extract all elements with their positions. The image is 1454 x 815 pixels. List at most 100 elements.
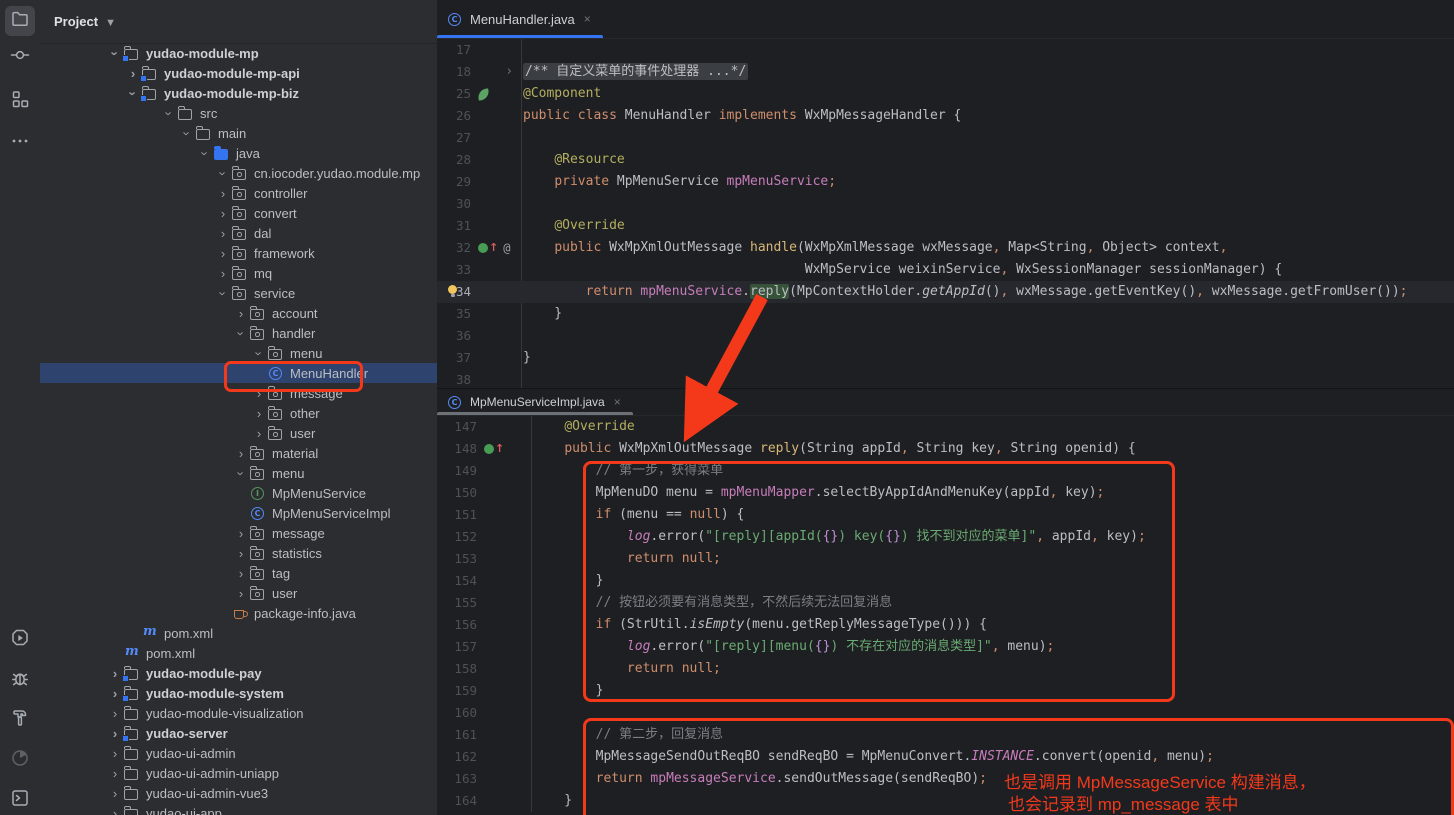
package-icon [250, 546, 266, 561]
tree-item-yudao-ui-admin-uniapp[interactable]: ›yudao-ui-admin-uniapp [40, 763, 437, 783]
chevron-expanded-icon[interactable]: › [178, 126, 196, 141]
fold-chevron-icon[interactable]: › [507, 61, 512, 83]
tree-item-controller[interactable]: ›controller [40, 183, 437, 203]
close-icon[interactable]: × [584, 12, 591, 26]
tree-item-message[interactable]: ›message [40, 383, 437, 403]
chevron-collapsed-icon[interactable]: › [250, 406, 268, 421]
tree-item-yudao-server[interactable]: ›yudao-server [40, 723, 437, 743]
tree-item-yudao-module-mp-api[interactable]: ›yudao-module-mp-api [40, 63, 437, 83]
code-editor-menuhandler[interactable]: 1718›/** 自定义菜单的事件处理器 ...*/25@Component26… [437, 39, 1454, 388]
tree-item-user[interactable]: ›user [40, 423, 437, 443]
tree-item-mq[interactable]: ›mq [40, 263, 437, 283]
chevron-collapsed-icon[interactable]: › [106, 766, 124, 781]
tree-item-account[interactable]: ›account [40, 303, 437, 323]
close-icon[interactable]: × [614, 395, 621, 409]
project-tool-button[interactable] [5, 6, 35, 36]
tree-item-label: convert [254, 206, 297, 221]
tree-item-yudao-module-mp-biz[interactable]: ›yudao-module-mp-biz [40, 83, 437, 103]
tree-item-tag[interactable]: ›tag [40, 563, 437, 583]
build-button[interactable] [5, 705, 35, 735]
code-editor-mpmenuserviceimpl[interactable]: 147 @Override148↑ public WxMpXmlOutMessa… [437, 416, 1454, 812]
run-button[interactable] [5, 625, 35, 655]
chevron-collapsed-icon[interactable]: › [214, 246, 232, 261]
tree-item-service[interactable]: ›service [40, 283, 437, 303]
chevron-collapsed-icon[interactable]: › [232, 306, 250, 321]
more-tools-button[interactable] [5, 128, 35, 158]
chevron-collapsed-icon[interactable]: › [232, 566, 250, 581]
chevron-expanded-icon[interactable]: › [160, 106, 178, 121]
tree-item-other[interactable]: ›other [40, 403, 437, 423]
terminal-button[interactable] [5, 785, 35, 815]
tree-item-pom.xml[interactable]: pom.xml [40, 643, 437, 663]
lightbulb-icon[interactable] [448, 285, 457, 294]
tree-item-message[interactable]: ›message [40, 523, 437, 543]
tree-item-src[interactable]: ›src [40, 103, 437, 123]
tree-item-framework[interactable]: ›framework [40, 243, 437, 263]
line-number: 35 [437, 303, 471, 325]
chevron-collapsed-icon[interactable]: › [214, 226, 232, 241]
chevron-collapsed-icon[interactable]: › [250, 386, 268, 401]
tree-item-mpmenuservice[interactable]: IMpMenuService [40, 483, 437, 503]
debug-button[interactable] [5, 665, 35, 695]
tree-item-cn.iocoder.yudao.module.mp[interactable]: ›cn.iocoder.yudao.module.mp [40, 163, 437, 183]
chevron-collapsed-icon[interactable]: › [106, 706, 124, 721]
chevron-collapsed-icon[interactable]: › [106, 786, 124, 801]
tree-item-yudao-module-system[interactable]: ›yudao-module-system [40, 683, 437, 703]
chevron-collapsed-icon[interactable]: › [232, 446, 250, 461]
package-icon [232, 286, 248, 301]
chevron-collapsed-icon[interactable]: › [214, 186, 232, 201]
package-icon [232, 226, 248, 241]
tree-item-yudao-ui-admin[interactable]: › yudao-ui-admin [40, 743, 437, 763]
chevron-expanded-icon[interactable]: › [250, 346, 268, 361]
chevron-collapsed-icon[interactable]: › [106, 746, 124, 761]
tree-item-java[interactable]: ›java [40, 143, 437, 163]
tree-item-pom.xml[interactable]: pom.xml [40, 623, 437, 643]
folder-icon [124, 706, 140, 721]
tree-item-dal[interactable]: ›dal [40, 223, 437, 243]
tree-item-label: yudao-ui-admin [146, 746, 236, 761]
package-icon [232, 246, 248, 261]
chevron-expanded-icon[interactable]: › [214, 286, 232, 301]
chevron-expanded-icon[interactable]: › [232, 326, 250, 341]
line-number: 158 [437, 658, 477, 680]
tree-item-menu[interactable]: ›menu [40, 463, 437, 483]
source-folder-icon [214, 146, 230, 161]
tree-item-material[interactable]: ›material [40, 443, 437, 463]
tab-menuhandler[interactable]: C MenuHandler.java × [437, 0, 603, 38]
tree-item-yudao-module-pay[interactable]: ›yudao-module-pay [40, 663, 437, 683]
profiler-button[interactable] [5, 745, 35, 775]
spring-bean-icon[interactable] [477, 88, 489, 100]
overrides-icon[interactable] [478, 243, 488, 253]
tree-item-main[interactable]: ›main [40, 123, 437, 143]
tree-item-label: package-info.java [254, 606, 356, 621]
interface-icon: I [250, 486, 266, 501]
chevron-collapsed-icon[interactable]: › [106, 806, 124, 815]
tree-item-menuhandler[interactable]: CMenuHandler [40, 363, 437, 383]
commit-tool-button[interactable] [5, 42, 35, 72]
tree-item-menu[interactable]: ›menu [40, 343, 437, 363]
chevron-collapsed-icon[interactable]: › [214, 206, 232, 221]
chevron-collapsed-icon[interactable]: › [250, 426, 268, 441]
tree-item-mpmenuserviceimpl[interactable]: CMpMenuServiceImpl [40, 503, 437, 523]
tab-mpmenuserviceimpl[interactable]: C MpMenuServiceImpl.java × [437, 389, 633, 415]
tree-item-user[interactable]: ›user [40, 583, 437, 603]
tree-item-convert[interactable]: › convert [40, 203, 437, 223]
tree-item-yudao-ui-app[interactable]: ›yudao-ui-app [40, 803, 437, 815]
project-header[interactable]: Project ▼ [40, 0, 437, 44]
chevron-expanded-icon[interactable]: › [196, 146, 214, 161]
tree-item-yudao-module-visualization[interactable]: ›yudao-module-visualization [40, 703, 437, 723]
chevron-collapsed-icon[interactable]: › [214, 266, 232, 281]
chevron-expanded-icon[interactable]: › [232, 466, 250, 481]
overrides-icon[interactable] [484, 444, 494, 454]
structure-tool-button[interactable] [5, 86, 35, 116]
tree-item-yudao-ui-admin-vue3[interactable]: ›yudao-ui-admin-vue3 [40, 783, 437, 803]
chevron-collapsed-icon[interactable]: › [232, 526, 250, 541]
chevron-expanded-icon[interactable]: › [214, 166, 232, 181]
chevron-collapsed-icon[interactable]: › [232, 546, 250, 561]
tree-item-handler[interactable]: ›handler [40, 323, 437, 343]
tree-item-statistics[interactable]: ›statistics [40, 543, 437, 563]
tree-item-package-info.java[interactable]: package-info.java [40, 603, 437, 623]
tree-item-yudao-module-mp[interactable]: ›yudao-module-mp [40, 43, 437, 63]
package-icon [250, 586, 266, 601]
chevron-collapsed-icon[interactable]: › [232, 586, 250, 601]
